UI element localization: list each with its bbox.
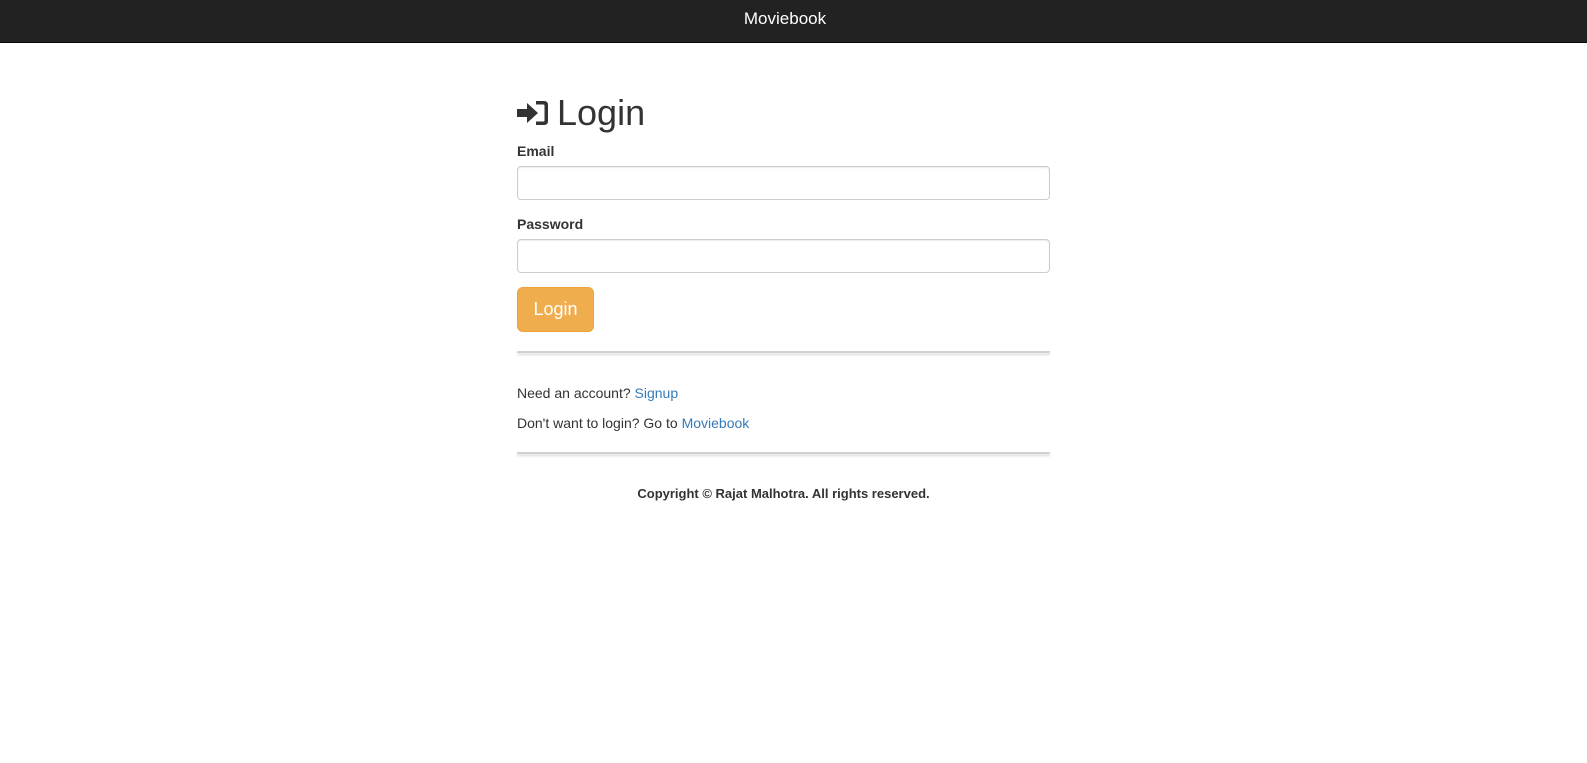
email-field[interactable] (517, 166, 1050, 200)
password-label: Password (517, 216, 584, 232)
footer-copyright: Copyright © Rajat Malhotra. All rights r… (637, 486, 930, 501)
password-field[interactable] (517, 239, 1050, 273)
moviebook-link[interactable]: Moviebook (682, 415, 750, 431)
divider-top (517, 351, 1050, 353)
top-navbar: Moviebook (0, 0, 1587, 43)
page-title: Login (557, 92, 646, 133)
guest-line: Don't want to login? Go to Moviebook (517, 415, 749, 431)
signup-line: Need an account? Signup (517, 385, 678, 401)
guest-prompt: Don't want to login? Go to (517, 415, 678, 431)
signup-link[interactable]: Signup (635, 385, 679, 401)
navbar-brand[interactable]: Moviebook (0, 0, 1570, 38)
signup-prompt: Need an account? (517, 385, 631, 401)
login-button[interactable]: Login (517, 287, 594, 332)
page-heading: Login (517, 91, 645, 135)
email-label: Email (517, 143, 555, 159)
sign-in-icon (517, 99, 549, 127)
divider-bottom (517, 452, 1050, 454)
